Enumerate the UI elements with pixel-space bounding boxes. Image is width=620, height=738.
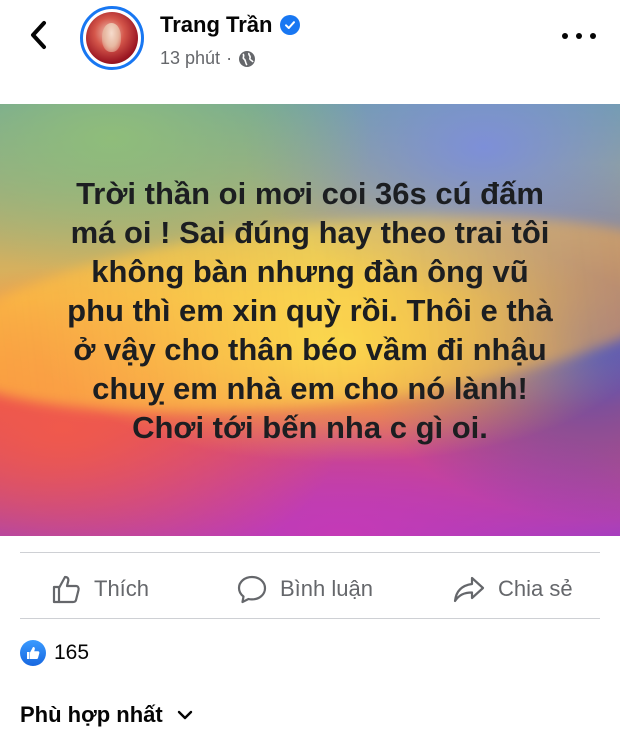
like-label: Thích: [94, 576, 150, 601]
comment-sort-dropdown[interactable]: Phù hợp nhất: [20, 702, 193, 728]
reaction-count: 165: [54, 641, 90, 664]
divider-top: [20, 552, 600, 553]
meta-separator: ·: [226, 48, 233, 68]
globe-icon: [239, 50, 256, 67]
post-timestamp[interactable]: 13 phút: [160, 48, 220, 69]
more-dot: [590, 33, 596, 39]
post-meta: 13 phút ·: [160, 48, 256, 69]
avatar-image: [86, 12, 138, 64]
post-text: Trời thần oi mơi coi 36s cú đấm má oi ! …: [67, 176, 553, 445]
more-dot: [576, 33, 582, 39]
back-button[interactable]: [22, 18, 56, 52]
author-name-row[interactable]: Trang Trần: [160, 12, 301, 38]
like-button[interactable]: Thích: [50, 572, 149, 606]
like-reaction-icon: [20, 640, 46, 666]
post-action-bar: Thích Bình luận Chia sẻ: [0, 560, 620, 616]
post-background: Trời thần oi mơi coi 36s cú đấm má oi ! …: [0, 104, 620, 536]
chevron-left-icon: [31, 21, 46, 49]
comment-icon: [237, 575, 267, 604]
reaction-summary[interactable]: 165: [20, 638, 89, 668]
post-header: Trang Trần 13 phút ·: [0, 0, 620, 100]
chevron-down-icon: [177, 710, 192, 720]
author-avatar[interactable]: [80, 6, 144, 70]
divider-bottom: [20, 618, 600, 619]
thumbs-up-icon: [52, 575, 80, 604]
sort-label: Phù hợp nhất: [20, 702, 163, 727]
more-dot: [562, 33, 568, 39]
author-name[interactable]: Trang Trần: [160, 12, 272, 38]
share-icon: [453, 576, 485, 603]
share-button[interactable]: Chia sẻ: [452, 572, 573, 606]
share-label: Chia sẻ: [498, 576, 573, 601]
comment-label: Bình luận: [280, 576, 373, 601]
more-options-button[interactable]: [562, 26, 596, 46]
comment-button[interactable]: Bình luận: [236, 572, 373, 606]
verified-badge-icon: [280, 15, 301, 35]
